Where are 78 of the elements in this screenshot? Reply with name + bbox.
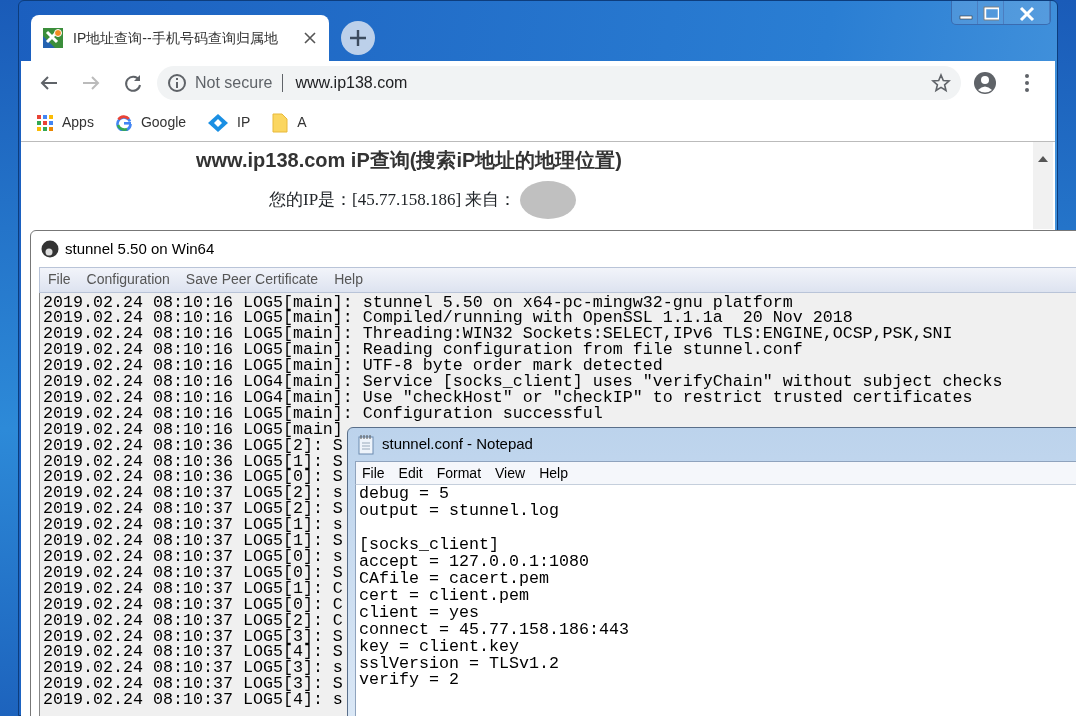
notepad-icon: [358, 434, 374, 455]
google-icon: [115, 114, 132, 131]
text-line: sslVersion = TLSv1.2: [359, 655, 559, 673]
log-line: 2019.02.24 08:10:37 LOG5[0]: S: [43, 564, 343, 581]
log-line: 2019.02.24 08:10:36 LOG5[2]: S: [43, 437, 343, 454]
app-icon: [41, 239, 59, 258]
text-line: verify = 2: [359, 672, 459, 690]
new-tab-button[interactable]: [341, 21, 375, 55]
log-line: 2019.02.24 08:10:37 LOG5[3]: s: [43, 660, 343, 677]
minimize-button[interactable]: [952, 1, 978, 24]
close-button[interactable]: [1004, 1, 1050, 24]
text-area[interactable]: debug = 5 output = stunnel.log [socks_client] accept = 127.0.0.1:1080 CAfile = cacert.pem cert = client.pem client = yes connect = 45.77.158.186:443 key = client.key sslVersion = TLSv1.2 verify = 2: [355, 485, 1076, 716]
text-line: CAfile = cacert.pem: [359, 571, 549, 588]
log-line: 2019.02.24 08:10:36 LOG5[0]: S: [43, 469, 343, 486]
menu-item[interactable]: View: [495, 462, 526, 484]
log-line: 2019.02.24 08:10:36 LOG5[1]: S: [43, 453, 343, 470]
menu-item[interactable]: Edit: [398, 462, 423, 484]
menu-item[interactable]: Help: [334, 269, 363, 291]
text-line: key = client.key: [359, 638, 519, 656]
text-line: output = stunnel.log: [359, 503, 559, 521]
scrollbar[interactable]: [1033, 142, 1053, 229]
log-line: 2019.02.24 08:10:37 LOG5[3]: S: [43, 676, 343, 693]
grid-icon: [37, 114, 53, 131]
close-icon[interactable]: [303, 31, 317, 45]
folder-icon: [272, 112, 289, 133]
text-line: accept = 127.0.0.1:1080: [359, 554, 589, 571]
bookmark[interactable]: Google: [115, 112, 187, 133]
log-line: 2019.02.24 08:10:37 LOG5[4]: s: [43, 692, 343, 709]
menu-item[interactable]: Format: [436, 462, 482, 484]
text-line: client = yes: [359, 604, 479, 622]
menu-item[interactable]: File: [48, 269, 71, 291]
page-heading: www.ip138.com iP查询(搜索iP地址的地理位置): [196, 148, 622, 173]
log-line: 2019.02.24 08:10:37 LOG5[2]: C: [43, 612, 343, 629]
log-line: 2019.02.24 08:10:37 LOG5[2]: S: [43, 501, 343, 518]
log-line: 2019.02.24 08:10:16 LOG5[main]: Compiled/running with OpenSSL 1.1.1a 20 Nov 2018: [43, 310, 853, 327]
bookmark[interactable]: A: [272, 112, 307, 133]
text-line: connect = 45.77.158.186:443: [359, 621, 629, 639]
bookmark[interactable]: Apps: [37, 112, 94, 133]
log-line: 2019.02.24 08:10:16 LOG5[main]: UTF-8 byte order mark detected: [43, 358, 663, 375]
log-line: 2019.02.24 08:10:16 LOG5[main]: [43, 421, 343, 438]
log-line: 2019.02.24 08:10:37 LOG5[2]: s: [43, 485, 343, 502]
window-title: stunnel 5.50 on Win64: [65, 238, 215, 259]
url-text: www.ip138.com: [295, 72, 409, 93]
log-line: 2019.02.24 08:10:37 LOG5[4]: S: [43, 644, 343, 661]
info-icon: [167, 72, 187, 93]
window-title: stunnel.conf - Notepad: [382, 434, 533, 455]
text-line: debug = 5: [359, 486, 449, 504]
bookmark[interactable]: IP: [208, 112, 251, 133]
menu-item[interactable]: Help: [539, 462, 568, 484]
log-line: 2019.02.24 08:10:37 LOG5[1]: S: [43, 533, 343, 549]
menu-item[interactable]: File: [362, 462, 385, 484]
log-line: 2019.02.24 08:10:16 LOG5[main]: Configuration successful: [43, 405, 603, 422]
log-line: 2019.02.24 08:10:16 LOG5[main]: Reading configuration from file stunnel.conf: [43, 342, 803, 359]
account-icon[interactable]: [973, 70, 997, 95]
address-bar[interactable]: Not secure www.ip138.com: [157, 65, 961, 100]
text-line: cert = client.pem: [359, 587, 529, 605]
log-line: 2019.02.24 08:10:16 LOG4[main]: Use "checkHost" or "checkIP" to restrict trusted certificates: [43, 389, 973, 406]
browser-tab[interactable]: IP地址查询--手机号码查询归属地: [31, 15, 329, 61]
text-line: [socks_client]: [359, 537, 499, 555]
log-line: 2019.02.24 08:10:16 LOG5[main]: stunnel 5.50 on x64-pc-mingw32-gnu platform: [43, 294, 793, 311]
redaction-mark: [520, 181, 577, 219]
star-icon[interactable]: [931, 72, 951, 93]
log-line: 2019.02.24 08:10:37 LOG5[0]: C: [43, 596, 343, 613]
log-line: 2019.02.24 08:10:16 LOG4[main]: Service [socks_client] uses "verifyChain" without subject checks: [43, 374, 1003, 390]
maximize-icon[interactable]: [982, 5, 999, 22]
log-line: 2019.02.24 08:10:37 LOG5[3]: S: [43, 628, 343, 645]
log-line: 2019.02.24 08:10:37 LOG5[1]: C: [43, 580, 343, 597]
menu-item[interactable]: Configuration: [86, 269, 170, 291]
security-label: Not secure: [195, 73, 284, 92]
maximize-button[interactable]: [978, 1, 1004, 24]
log-line: 2019.02.24 08:10:37 LOG5[1]: s: [43, 517, 343, 534]
diamond-icon: [208, 113, 229, 132]
tab-title: IP地址查询--手机号码查询归属地: [73, 28, 279, 48]
log-line: 2019.02.24 08:10:16 LOG5[main]: Threading:WIN32 Sockets:SELECT,IPv6 TLS:ENGINE,OCSP,PSK,SNI: [43, 326, 953, 343]
ip-text: 您的IP是：[45.77.158.186] 来自：: [269, 189, 517, 212]
menu-item[interactable]: Save Peer Certificate: [185, 269, 319, 291]
log-line: 2019.02.24 08:10:37 LOG5[0]: s: [43, 549, 343, 565]
site-icon: [43, 28, 63, 48]
